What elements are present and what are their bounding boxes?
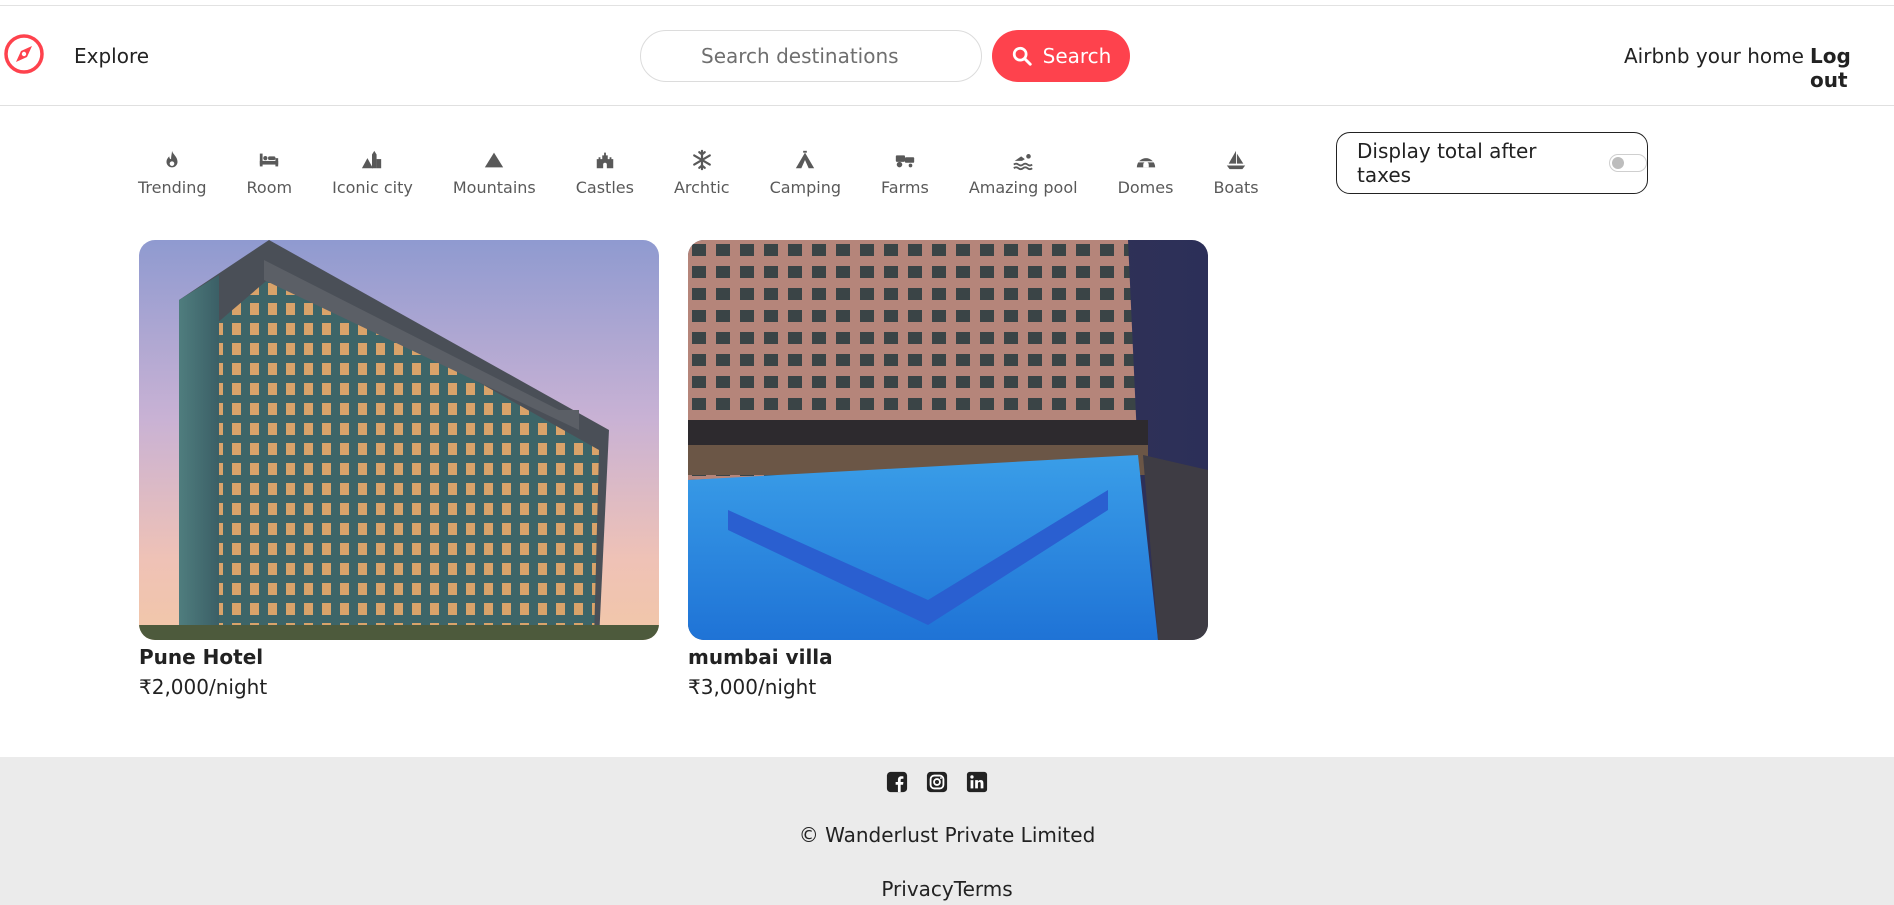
compass-icon[interactable] [2,32,46,76]
nav-explore-link[interactable]: Explore [74,44,149,68]
castle-icon [592,148,618,172]
instagram-icon[interactable] [926,771,948,793]
filter-farms[interactable]: Farms [881,148,929,202]
igloo-icon [1133,148,1159,172]
tax-toggle-label: Display total after taxes [1357,139,1537,187]
mountain-icon [481,148,507,172]
filter-camping[interactable]: Camping [770,148,841,202]
listing-photo[interactable] [139,240,659,640]
toggle-knob [1612,157,1625,169]
filter-amazing-pool[interactable]: Amazing pool [969,148,1078,202]
listing-title: Pune Hotel [139,645,264,669]
linkedin-icon[interactable] [966,771,988,793]
filter-castles[interactable]: Castles [576,148,634,202]
copyright-text: © Wanderlust Private Limited [798,823,1096,847]
logout-link[interactable]: Log out [1810,44,1894,92]
tractor-icon [892,148,918,172]
search-icon [1012,46,1032,66]
filter-boats[interactable]: Boats [1213,148,1259,202]
search-button-label: Search [1042,44,1112,68]
filter-room[interactable]: Room [246,148,293,202]
swimmer-icon [1010,148,1036,172]
terms-link[interactable]: Terms [954,877,1013,901]
social-links [886,771,988,793]
legal-links: PrivacyTerms [0,877,1894,901]
toggle-switch[interactable] [1609,154,1647,172]
filter-label: Farms [881,178,929,197]
filter-label: Iconic city [332,178,413,197]
filter-label: Domes [1117,178,1174,197]
privacy-link[interactable]: Privacy [881,877,953,901]
filter-label: Castles [575,178,634,197]
listing-price: ₹2,000/night [139,675,268,699]
hotel-pool-night-photo [688,240,1208,640]
search-button[interactable]: Search [992,30,1130,82]
navbar: Explore Search Airbnb your home Log out [0,6,1894,106]
tent-icon [792,148,818,172]
footer: © Wanderlust Private Limited PrivacyTerm… [0,757,1894,905]
listing-price: ₹3,000/night [688,675,817,699]
listing-photo[interactable] [688,240,1208,640]
snowflake-icon [689,148,715,172]
category-filters: Trending Room Iconic city Mountains Cast… [138,148,1299,202]
fire-icon [159,148,185,172]
filter-trending[interactable]: Trending [138,148,207,202]
filter-archtic[interactable]: Archtic [674,148,730,202]
filter-label: Archtic [673,178,730,197]
bed-icon [256,148,282,172]
search-input[interactable] [640,30,982,82]
filter-label: Camping [769,178,842,197]
listing-card[interactable]: Pune Hotel ₹2,000/night [139,240,659,699]
filter-iconic-city[interactable]: Iconic city [332,148,413,202]
filter-mountains[interactable]: Mountains [453,148,536,202]
city-icon [359,148,385,172]
listing-card[interactable]: mumbai villa ₹3,000/night [688,240,1208,699]
hotel-tower-photo [139,240,659,640]
filter-label: Mountains [452,178,536,197]
filter-label: Room [246,178,293,197]
sailboat-icon [1223,148,1249,172]
filter-label: Boats [1213,178,1259,197]
listing-title: mumbai villa [688,645,833,669]
filter-domes[interactable]: Domes [1117,148,1174,202]
filter-label: Amazing pool [968,178,1078,197]
tax-display-toggle[interactable]: Display total after taxes [1336,132,1648,194]
facebook-icon[interactable] [886,771,908,793]
filter-label: Trending [138,178,207,197]
airbnb-your-home-link[interactable]: Airbnb your home [1624,44,1804,68]
